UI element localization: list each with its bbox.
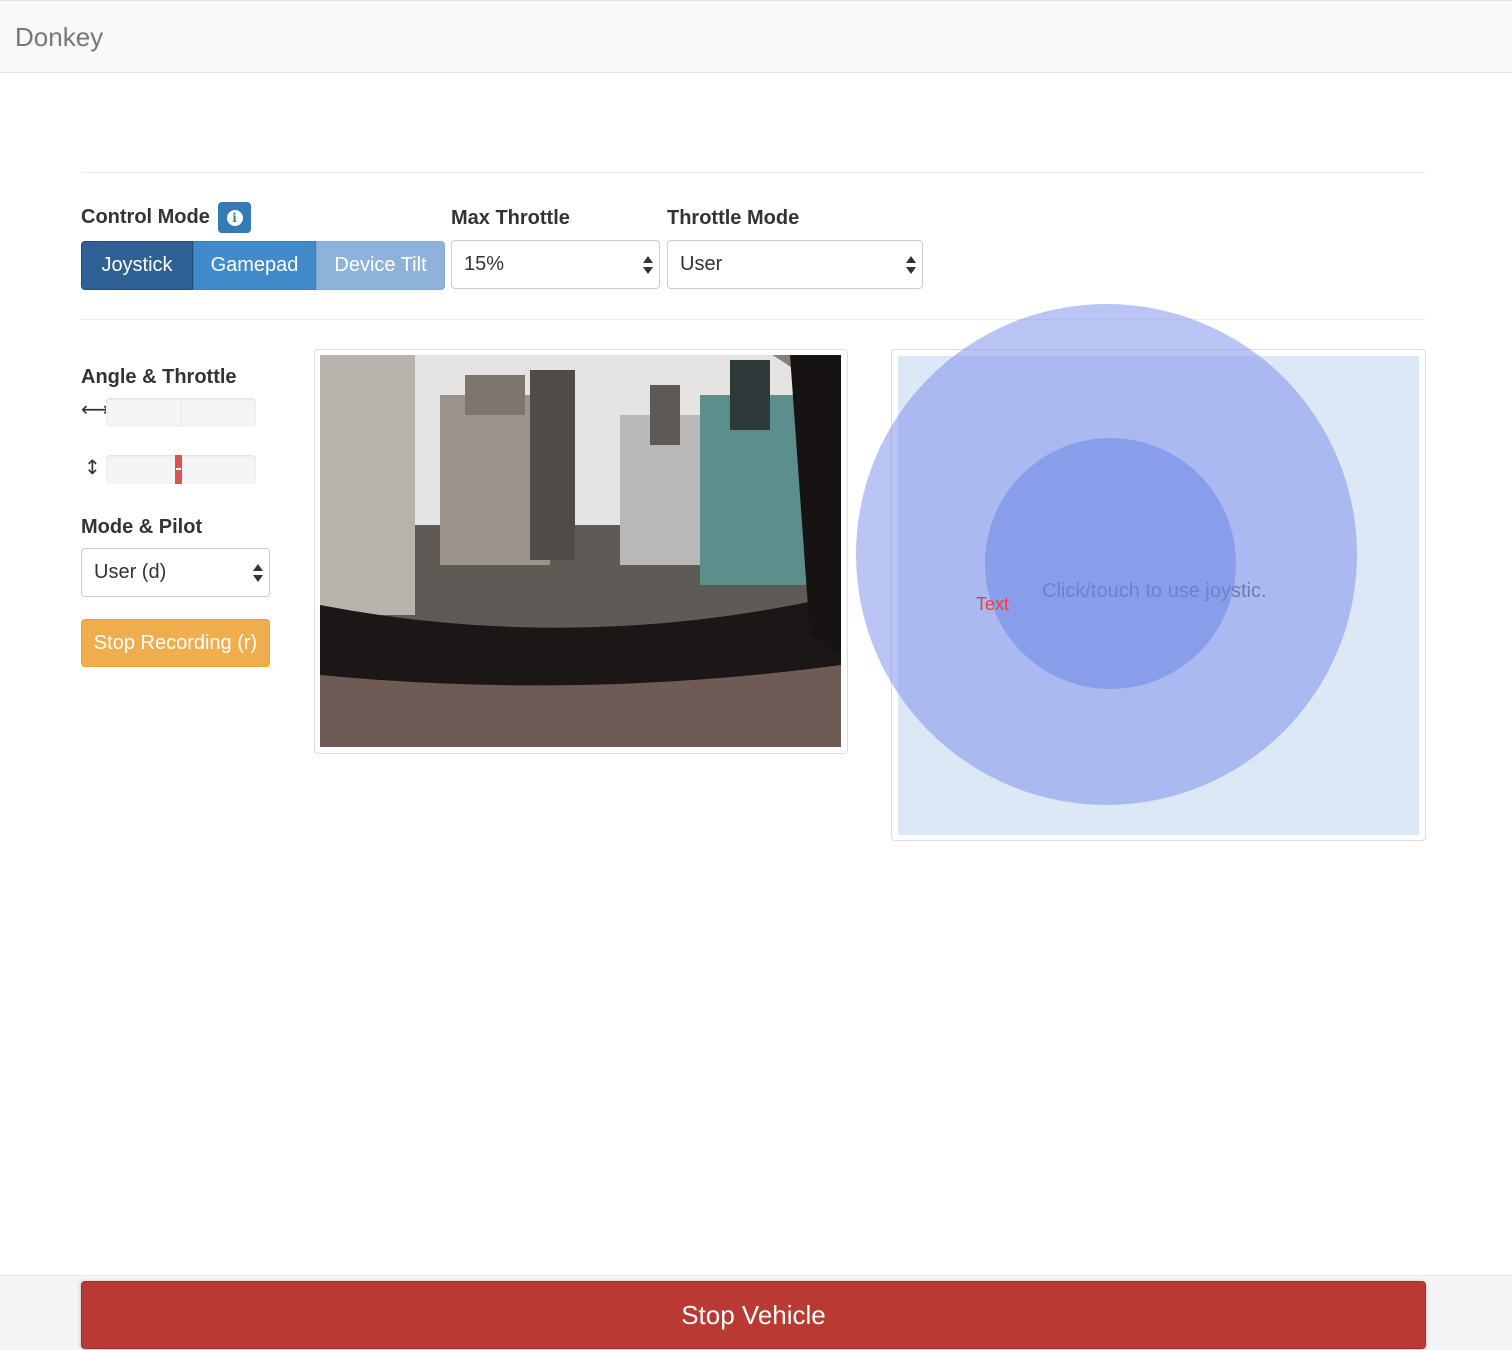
- select-arrows-icon: [643, 254, 653, 276]
- mode-pilot-select[interactable]: User (d): [81, 548, 270, 597]
- joystick-mode-button[interactable]: Joystick: [81, 241, 193, 290]
- divider: [81, 319, 1426, 320]
- control-mode-group: Joystick Gamepad Device Tilt: [81, 241, 445, 290]
- select-arrows-icon: [253, 562, 263, 584]
- control-mode-label: Control Mode: [81, 206, 210, 228]
- throttle-mode-value: User: [680, 253, 723, 275]
- throttle-mode-label: Throttle Mode: [667, 207, 800, 229]
- info-circle-icon: i: [226, 209, 243, 226]
- angle-center-line: [181, 398, 182, 427]
- angle-throttle-label: Angle & Throttle: [81, 366, 237, 388]
- throttle-mode-select[interactable]: User: [667, 240, 923, 289]
- throttle-marker: [175, 455, 182, 484]
- select-arrows-icon: [906, 254, 916, 276]
- stop-vehicle-button[interactable]: Stop Vehicle: [81, 1281, 1426, 1349]
- brand-title[interactable]: Donkey: [15, 22, 103, 53]
- stop-recording-button[interactable]: Stop Recording (r): [81, 619, 270, 667]
- max-throttle-select[interactable]: 15%: [451, 240, 660, 289]
- device-tilt-mode-button[interactable]: Device Tilt: [316, 241, 445, 290]
- mode-pilot-value: User (d): [94, 561, 167, 583]
- max-throttle-label: Max Throttle: [451, 207, 570, 229]
- max-throttle-value: 15%: [464, 253, 505, 275]
- gamepad-mode-button[interactable]: Gamepad: [193, 241, 316, 290]
- divider: [81, 172, 1426, 173]
- mode-pilot-label: Mode & Pilot: [81, 516, 203, 538]
- camera-image: [320, 355, 841, 747]
- throttle-progress: [106, 455, 256, 484]
- angle-progress: [106, 398, 256, 427]
- joystick-knob[interactable]: [985, 438, 1236, 689]
- camera-thumbnail: [314, 349, 848, 754]
- navbar: Donkey: [0, 0, 1512, 73]
- joystick-debug-text: Text: [976, 594, 1010, 614]
- info-button[interactable]: i: [218, 202, 251, 233]
- vertical-arrows-icon: ↕: [84, 455, 101, 479]
